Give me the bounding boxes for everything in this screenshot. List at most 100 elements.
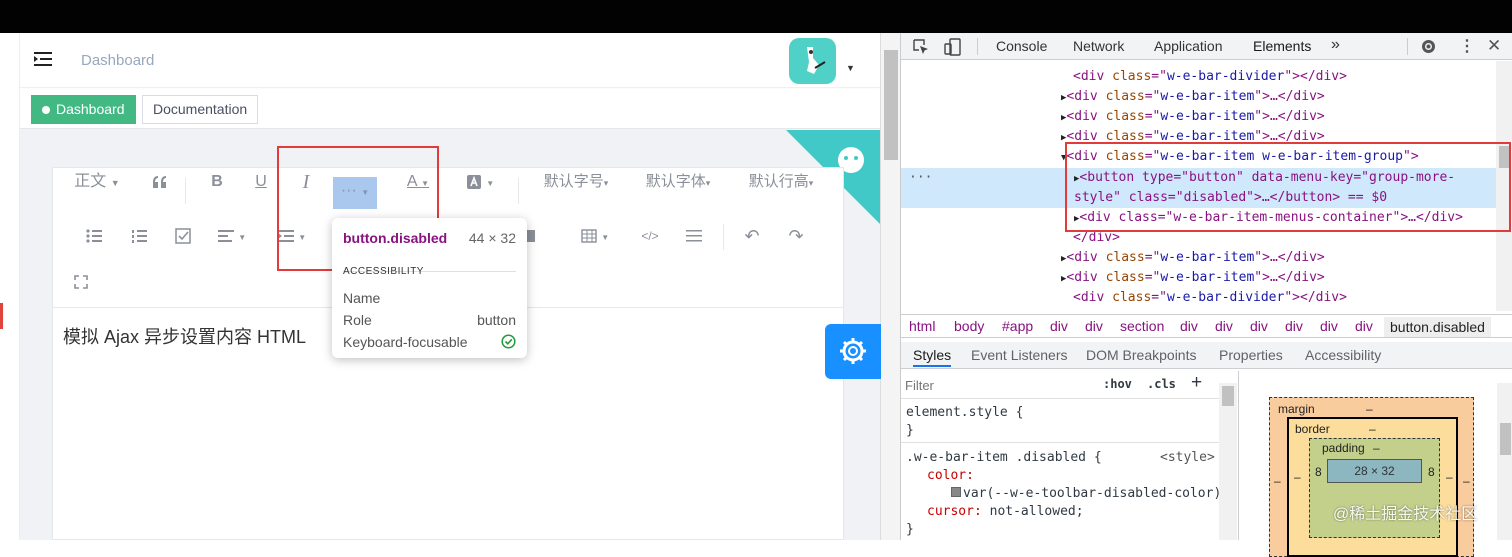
rule-source[interactable]: <style> [1160, 449, 1215, 466]
page-scrollbar[interactable] [880, 33, 900, 540]
numbered-list-icon[interactable] [128, 222, 150, 250]
navbar: Dashboard ▼ [20, 33, 880, 88]
tab-dom-breakpoints[interactable]: DOM Breakpoints [1086, 347, 1196, 363]
dom-ellipsis[interactable]: ··· [909, 168, 932, 187]
code-icon[interactable]: </> [638, 222, 662, 250]
element-style-selector[interactable]: element.style { [906, 404, 1023, 421]
crumb-div[interactable]: div [1215, 318, 1233, 334]
styles-scrollbar[interactable] [1219, 383, 1237, 540]
prop-cursor[interactable]: cursor: not-allowed; [927, 503, 1084, 520]
box-border[interactable]: border – – – padding – 8 8 28 × 32 [1287, 417, 1458, 557]
rule-close: } [906, 522, 914, 537]
prop-color[interactable]: color: [927, 467, 974, 484]
tooltip-row-name: Name [343, 290, 381, 306]
scrollbar-thumb[interactable] [1500, 423, 1511, 455]
close-icon[interactable]: ✕ [1487, 36, 1501, 56]
dom-node[interactable]: ▶<div class="w-e-bar-item">…</div> [1061, 107, 1325, 126]
devtools-tabbar: Console Network Application Elements » ⋮… [901, 33, 1512, 60]
crumb-div[interactable]: div [1250, 318, 1268, 334]
kebab-menu-icon[interactable]: ⋮ [1459, 36, 1475, 56]
more-tabs-icon[interactable]: » [1331, 36, 1340, 54]
crumb-div[interactable]: div [1285, 318, 1303, 334]
crumb-app[interactable]: #app [1002, 318, 1033, 334]
crumb-div[interactable]: div [1355, 318, 1373, 334]
tab-accessibility[interactable]: Accessibility [1305, 347, 1381, 363]
crumb-div[interactable]: div [1050, 318, 1068, 334]
bg-color-icon[interactable]: ▼ [463, 168, 497, 196]
tooltip-row-focusable: Keyboard-focusable [343, 334, 516, 350]
scrollbar-thumb[interactable] [1222, 386, 1234, 406]
chevron-down-icon[interactable]: ▼ [846, 63, 855, 73]
box-margin[interactable]: margin – – – border – – – padding – 8 8 … [1269, 397, 1474, 557]
styles-subtabs: Styles Event Listeners DOM Breakpoints P… [901, 342, 1512, 369]
inspector-tooltip: button.disabled 44 × 32 ACCESSIBILITY Na… [332, 218, 527, 358]
prop-color-value[interactable]: var(--w-e-toolbar-disabled-color) [951, 485, 1221, 502]
bulleted-list-icon[interactable] [83, 222, 105, 250]
crumb-div[interactable]: div [1180, 318, 1198, 334]
tag-dashboard[interactable]: Dashboard [31, 95, 136, 124]
tab-network[interactable]: Network [1073, 38, 1124, 54]
dom-node[interactable]: <div class="w-e-bar-divider"></div> [1073, 67, 1347, 86]
redo-icon[interactable]: ↷ [785, 222, 807, 250]
tab-styles[interactable]: Styles [913, 347, 952, 367]
heading-select[interactable]: 正文 ▼ [73, 168, 121, 196]
justify-icon[interactable]: ▼ [215, 222, 249, 250]
tooltip-size: 44 × 32 [468, 230, 516, 246]
color-swatch[interactable] [951, 487, 961, 497]
toolbar-divider [185, 178, 186, 204]
tooltip-selector: button.disabled [343, 230, 448, 246]
watermark: @稀土掘金技术社区 [1333, 506, 1478, 523]
dom-node[interactable]: <div class="w-e-bar-divider"></div> [1073, 288, 1347, 307]
rule-selector[interactable]: .w-e-bar-item .disabled { [906, 449, 1102, 466]
styles-filter-bar: :hov .cls + [901, 371, 1237, 399]
line-height-select[interactable]: 默认行高▾ [743, 168, 819, 196]
underline-icon[interactable]: U [251, 168, 271, 196]
font-family-select[interactable]: 默认字体▾ [640, 168, 716, 196]
todo-icon[interactable] [172, 222, 194, 250]
font-size-select[interactable]: 默认字号▾ [538, 168, 614, 196]
crumb-div[interactable]: div [1085, 318, 1103, 334]
add-rule-icon[interactable]: + [1191, 372, 1202, 394]
style-rules: element.style { } .w-e-bar-item .disable… [901, 400, 1221, 540]
editor-content-line[interactable]: 模拟 Ajax 异步设置内容 HTML [63, 323, 306, 349]
blockquote-icon[interactable] [149, 168, 171, 196]
crumb-body[interactable]: body [954, 318, 984, 334]
tab-event-listeners[interactable]: Event Listeners [971, 347, 1068, 363]
cls-toggle[interactable]: .cls [1147, 377, 1176, 391]
avatar[interactable] [789, 38, 836, 84]
rule-close: } [906, 423, 914, 438]
tab-elements[interactable]: Elements [1253, 38, 1311, 54]
inspect-element-icon[interactable] [913, 39, 929, 55]
rule-divider [901, 442, 1219, 443]
dom-node[interactable]: ▶<div class="w-e-bar-item">…</div> [1061, 87, 1325, 106]
crumb-div[interactable]: div [1320, 318, 1338, 334]
dom-node[interactable]: ▶<div class="w-e-bar-item">…</div> [1061, 268, 1325, 287]
gear-icon[interactable] [1420, 38, 1437, 55]
dom-node[interactable]: ▶<div class="w-e-bar-item">…</div> [1061, 248, 1325, 267]
table-icon[interactable]: ▼ [578, 222, 612, 250]
crumb-section[interactable]: section [1120, 318, 1164, 334]
hov-toggle[interactable]: :hov [1103, 377, 1132, 391]
undo-icon[interactable]: ↶ [741, 222, 763, 250]
crumb-button-disabled[interactable]: button.disabled [1384, 317, 1491, 337]
styles-filter-input[interactable] [905, 375, 1091, 395]
device-toolbar-icon[interactable] [944, 38, 962, 56]
tab-properties[interactable]: Properties [1219, 347, 1283, 363]
tooltip-section: ACCESSIBILITY [343, 266, 424, 277]
bold-icon[interactable]: B [207, 168, 227, 196]
box-content[interactable]: 28 × 32 [1327, 459, 1422, 483]
tab-application[interactable]: Application [1154, 38, 1223, 54]
boxmodel-scrollbar[interactable] [1497, 383, 1512, 540]
tag-documentation[interactable]: Documentation [142, 95, 259, 124]
crumb-html[interactable]: html [909, 318, 935, 334]
breadcrumb[interactable]: Dashboard [81, 52, 154, 69]
fullscreen-icon[interactable] [71, 268, 91, 296]
settings-button[interactable] [825, 324, 881, 379]
hamburger-icon[interactable] [34, 51, 54, 67]
divider-icon[interactable] [683, 222, 705, 250]
scrollbar-thumb[interactable] [884, 50, 898, 160]
avatar-icon [807, 47, 826, 74]
tab-console[interactable]: Console [996, 38, 1047, 54]
toolbar-divider [723, 224, 724, 250]
check-circle-icon [501, 334, 516, 349]
